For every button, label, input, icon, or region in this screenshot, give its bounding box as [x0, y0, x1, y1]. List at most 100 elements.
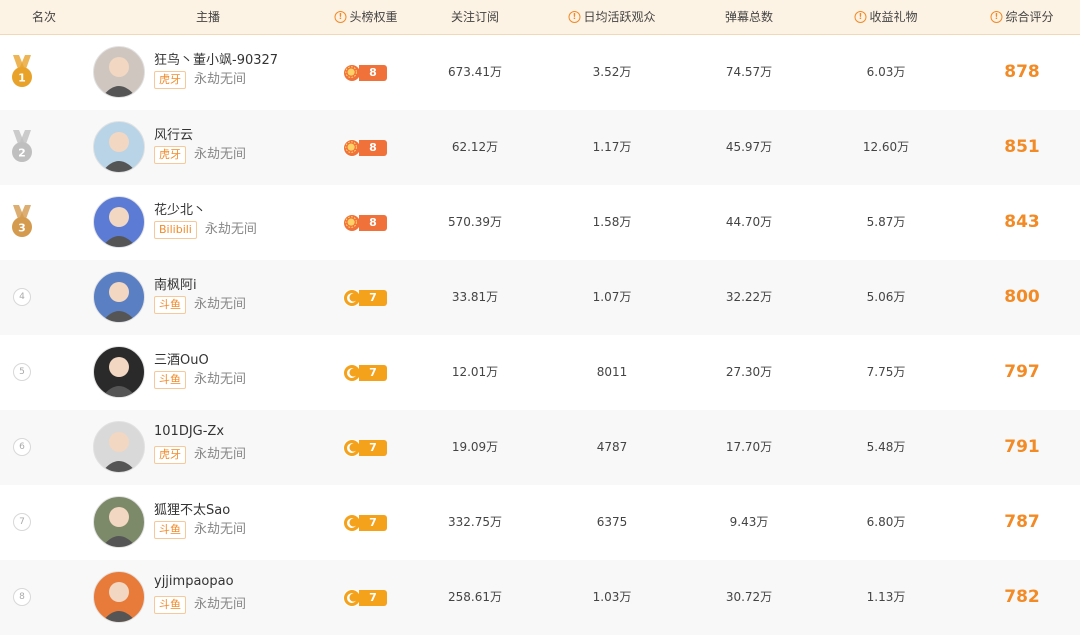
platform-tag: 斗鱼	[154, 296, 186, 314]
danmaku-value: 9.43万	[729, 515, 769, 529]
rank-cell: 6	[13, 410, 31, 485]
daily-viewers-value: 1.03万	[592, 590, 632, 604]
gifts-value: 6.03万	[866, 65, 906, 79]
avatar[interactable]	[93, 271, 145, 323]
rank-number: 2	[18, 147, 26, 160]
danmaku-value: 17.70万	[725, 440, 773, 454]
avatar[interactable]	[93, 196, 145, 248]
weight-value: 8	[359, 215, 387, 231]
gifts-value: 12.60万	[862, 140, 910, 154]
table-header: 名次 主播 ! 头榜权重 关注订阅 ! 日均活跃观众 弹幕总数 ! 收益礼物 ! 综合评…	[0, 0, 1080, 35]
weight-badge: 7	[343, 289, 389, 307]
score-value: 787	[1004, 512, 1040, 532]
streamer-name[interactable]: 狐狸不太Sao	[154, 499, 230, 518]
category-label: 永劫无间	[194, 372, 247, 387]
header-followers: 关注订阅	[450, 10, 500, 24]
category-label: 永劫无间	[194, 147, 247, 162]
category-label: 永劫无间	[204, 222, 257, 237]
weight-badge: 7	[343, 589, 389, 607]
streamer-name[interactable]: 三酒OuO	[154, 349, 209, 368]
platform-tag: Bilibili	[154, 221, 197, 239]
table-row[interactable]: 7 狐狸不太Sao 斗鱼 永劫无间 7 332.75万 6375 9.43万 6…	[0, 485, 1080, 560]
rank-cell: 1	[12, 35, 32, 110]
weight-value: 7	[359, 590, 387, 606]
info-icon[interactable]: !	[568, 11, 581, 23]
avatar-icon	[102, 207, 136, 247]
avatar-icon	[102, 132, 136, 172]
score-value: 800	[1004, 287, 1040, 307]
danmaku-value: 44.70万	[725, 215, 773, 229]
avatar[interactable]	[93, 571, 145, 623]
rank-number: 5	[13, 363, 31, 381]
rank-cell: 8	[13, 560, 31, 635]
avatar[interactable]	[93, 46, 145, 98]
avatar-icon	[102, 507, 136, 547]
table-row[interactable]: 4 南枫阿i 斗鱼 永劫无间 7 33.81万 1.07万 32.22万 5.0…	[0, 260, 1080, 335]
score-value: 782	[1004, 587, 1040, 607]
category-label: 永劫无间	[194, 522, 247, 537]
daily-viewers-value: 1.07万	[592, 290, 632, 304]
weight-badge: 8	[343, 214, 389, 232]
header-weight[interactable]: ! 头榜权重	[334, 0, 398, 34]
gifts-value: 5.48万	[866, 440, 906, 454]
info-icon[interactable]: !	[334, 11, 347, 23]
weight-value: 8	[359, 140, 387, 156]
daily-viewers-value: 8011	[596, 365, 628, 379]
streamer-name[interactable]: 风行云	[154, 124, 193, 143]
weight-badge: 7	[343, 439, 389, 457]
platform-tag: 虎牙	[154, 446, 186, 464]
gifts-value: 7.75万	[866, 365, 906, 379]
header-score[interactable]: ! 综合评分	[990, 0, 1054, 34]
table-row[interactable]: 3 花少北丶 Bilibili 永劫无间 8 570.39万 1.58万 44.…	[0, 185, 1080, 260]
table-row[interactable]: 5 三酒OuO 斗鱼 永劫无间 7 12.01万 8011 27.30万 7.7…	[0, 335, 1080, 410]
followers-value: 19.09万	[451, 440, 499, 454]
table-row[interactable]: 1 狂鸟丶董小飒-90327 虎牙 永劫无间 8 673.41万 3.52万 7…	[0, 35, 1080, 110]
followers-value: 258.61万	[448, 590, 502, 604]
header-danmaku: 弹幕总数	[724, 10, 774, 24]
category-label: 永劫无间	[194, 597, 247, 612]
ranking-table: 名次 主播 ! 头榜权重 关注订阅 ! 日均活跃观众 弹幕总数 ! 收益礼物 ! 综合评…	[0, 0, 1080, 640]
rank-cell: 2	[12, 110, 32, 185]
followers-value: 12.01万	[451, 365, 499, 379]
header-streamer: 主播	[195, 10, 221, 24]
avatar[interactable]	[93, 496, 145, 548]
weight-badge: 7	[343, 364, 389, 382]
weight-value: 8	[359, 65, 387, 81]
streamer-name[interactable]: 南枫阿i	[154, 274, 197, 293]
table-row[interactable]: 6 101DJG-Zx 虎牙 永劫无间 7 19.09万 4787 17.70万…	[0, 410, 1080, 485]
daily-viewers-value: 1.17万	[592, 140, 632, 154]
danmaku-value: 45.97万	[725, 140, 773, 154]
streamer-name[interactable]: 狂鸟丶董小飒-90327	[154, 49, 278, 68]
table-row[interactable]: 8 yjjimpaopao 斗鱼 永劫无间 7 258.61万 1.03万 30…	[0, 560, 1080, 635]
gifts-value: 1.13万	[866, 590, 906, 604]
rank-number: 1	[18, 72, 26, 85]
header-gifts[interactable]: ! 收益礼物	[854, 0, 918, 34]
followers-value: 33.81万	[451, 290, 499, 304]
score-value: 878	[1004, 62, 1040, 82]
info-icon[interactable]: !	[854, 11, 867, 23]
table-row[interactable]: 2 风行云 虎牙 永劫无间 8 62.12万 1.17万 45.97万 12.6…	[0, 110, 1080, 185]
avatar[interactable]	[93, 121, 145, 173]
header-daily-viewers[interactable]: ! 日均活跃观众	[568, 0, 656, 34]
streamer-name[interactable]: 花少北丶	[154, 199, 206, 218]
weight-badge: 8	[343, 139, 389, 157]
category-label: 永劫无间	[194, 72, 247, 87]
avatar[interactable]	[93, 421, 145, 473]
avatar-icon	[102, 432, 136, 472]
avatar[interactable]	[93, 346, 145, 398]
info-icon[interactable]: !	[990, 11, 1003, 23]
medal-icon: 2	[12, 130, 32, 162]
rank-cell: 7	[13, 485, 31, 560]
streamer-name[interactable]: 101DJG-Zx	[154, 424, 224, 439]
score-value: 851	[1004, 137, 1040, 157]
platform-tag: 斗鱼	[154, 371, 186, 389]
rank-cell: 3	[12, 185, 32, 260]
streamer-name[interactable]: yjjimpaopao	[154, 574, 234, 589]
gifts-value: 5.06万	[866, 290, 906, 304]
score-value: 843	[1004, 212, 1040, 232]
followers-value: 332.75万	[448, 515, 502, 529]
rank-number: 6	[13, 438, 31, 456]
weight-value: 7	[359, 290, 387, 306]
score-value: 797	[1004, 362, 1040, 382]
rank-cell: 4	[13, 260, 31, 335]
